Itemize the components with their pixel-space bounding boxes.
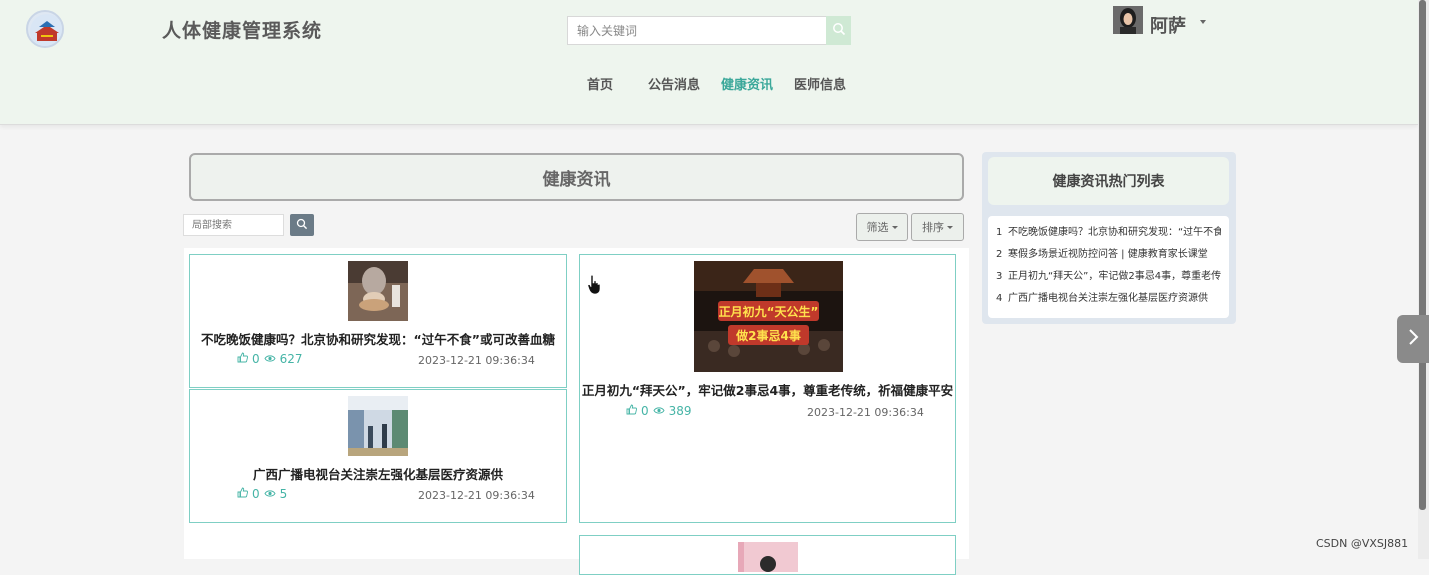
hot-news-item[interactable]: 1 不吃晚饭健康吗？北京协和研究发现：“过午不食”或可改善血糖 (996, 222, 1221, 244)
search-button[interactable] (826, 16, 851, 45)
watermark: CSDN @VXSJ881 (1316, 537, 1409, 550)
hot-news-rank: 1 (996, 227, 1003, 238)
hot-news-rank: 4 (996, 293, 1003, 304)
local-search-input[interactable] (183, 214, 284, 236)
view-count: 389 (668, 404, 692, 418)
eye-icon (264, 487, 276, 501)
hot-news-title[interactable]: 寒假多场景近视防控问答 | 健康教育家长课堂 (1008, 249, 1208, 260)
nav-item-doctors[interactable]: 医师信息 (794, 74, 846, 93)
thumbs-up-icon[interactable] (626, 404, 637, 418)
chevron-right-icon (1407, 328, 1419, 350)
filter-button[interactable]: 筛选 (856, 213, 908, 241)
sort-button[interactable]: 排序 (911, 213, 964, 241)
hot-news-title[interactable]: 广西广播电视台关注崇左强化基层医疗资源供 (1008, 293, 1208, 304)
caret-down-icon (947, 225, 953, 229)
hot-news-title[interactable]: 正月初九“拜天公”，牢记做2事忌4事，尊重老传统，祈福健康平安 (1008, 271, 1221, 282)
news-card[interactable]: 广西广播电视台关注崇左强化基层医疗资源供 0 5 2023-12-21 09:3… (189, 389, 567, 523)
nav-item-health-news[interactable]: 健康资讯 (721, 74, 773, 93)
caret-down-icon (891, 225, 898, 229)
sidebar-title: 健康资讯热门列表 (988, 157, 1229, 205)
news-stats: 0 389 (626, 404, 692, 418)
view-count: 627 (279, 352, 303, 366)
hot-news-item[interactable]: 3 正月初九“拜天公”，牢记做2事忌4事，尊重老传统，祈福健康平安 (996, 266, 1221, 288)
hot-news-rank: 2 (996, 249, 1003, 260)
mouse-cursor-icon (587, 274, 603, 299)
hot-news-list: 1 不吃晚饭健康吗？北京协和研究发现：“过午不食”或可改善血糖 2 寒假多场景近视防… (988, 216, 1229, 318)
search-icon (296, 218, 308, 233)
news-stats: 0 627 (237, 352, 303, 366)
chevron-down-icon[interactable] (1200, 20, 1206, 24)
news-date: 2023-12-21 09:36:34 (418, 489, 535, 502)
scrollbar-thumb[interactable] (1419, 0, 1426, 510)
news-thumbnail (348, 261, 408, 321)
poster-text-line1: 正月初九“天公生” (719, 304, 819, 319)
site-header: 人体健康管理系统 阿萨 首页 公告消息 健康资讯 医师信息 (0, 0, 1418, 125)
hot-news-item[interactable]: 4 广西广播电视台关注崇左强化基层医疗资源供 (996, 288, 1221, 310)
user-name[interactable]: 阿萨 (1150, 12, 1186, 38)
site-title: 人体健康管理系统 (162, 20, 323, 42)
nav-item-notices[interactable]: 公告消息 (648, 74, 700, 93)
local-search-button[interactable] (290, 214, 314, 236)
news-thumbnail (348, 396, 408, 456)
eye-icon (653, 404, 665, 418)
search-icon (832, 22, 846, 39)
thumbs-up-icon[interactable] (237, 352, 248, 366)
news-card[interactable] (579, 535, 956, 575)
poster-text-line2: 做2事忌4事 (735, 328, 801, 343)
news-card[interactable]: 正月初九“天公生” 做2事忌4事 正月初九“拜天公”，牢记做2事忌4事，尊重老传… (579, 254, 956, 523)
sort-label: 排序 (922, 221, 944, 234)
news-date: 2023-12-21 09:36:34 (807, 406, 924, 419)
next-page-button[interactable] (1397, 315, 1429, 363)
like-count: 0 (252, 487, 260, 501)
news-title[interactable]: 不吃晚饭健康吗？北京协和研究发现：“过午不食”或可改善血糖 (190, 329, 566, 348)
view-count: 5 (279, 487, 288, 501)
site-logo-icon[interactable] (26, 10, 64, 48)
filter-label: 筛选 (866, 221, 889, 234)
news-title[interactable]: 正月初九“拜天公”，牢记做2事忌4事，尊重老传统，祈福健康平安 (580, 380, 955, 399)
news-stats: 0 5 (237, 487, 287, 501)
news-thumbnail: 正月初九“天公生” 做2事忌4事 (694, 261, 843, 372)
nav-item-home[interactable]: 首页 (587, 74, 613, 93)
like-count: 0 (641, 404, 649, 418)
hot-news-rank: 3 (996, 271, 1003, 282)
news-title[interactable]: 广西广播电视台关注崇左强化基层医疗资源供 (190, 464, 566, 483)
user-avatar[interactable] (1113, 6, 1143, 34)
like-count: 0 (252, 352, 260, 366)
news-date: 2023-12-21 09:36:34 (418, 354, 535, 367)
hot-news-title[interactable]: 不吃晚饭健康吗？北京协和研究发现：“过午不食”或可改善血糖 (1008, 227, 1221, 238)
search-input[interactable] (567, 16, 827, 45)
eye-icon (264, 352, 276, 366)
hot-news-item[interactable]: 2 寒假多场景近视防控问答 | 健康教育家长课堂 (996, 244, 1221, 266)
news-card[interactable]: 不吃晚饭健康吗？北京协和研究发现：“过午不食”或可改善血糖 0 627 2023… (189, 254, 567, 388)
page-title: 健康资讯 (189, 153, 964, 201)
news-thumbnail (738, 542, 798, 572)
thumbs-up-icon[interactable] (237, 487, 248, 501)
